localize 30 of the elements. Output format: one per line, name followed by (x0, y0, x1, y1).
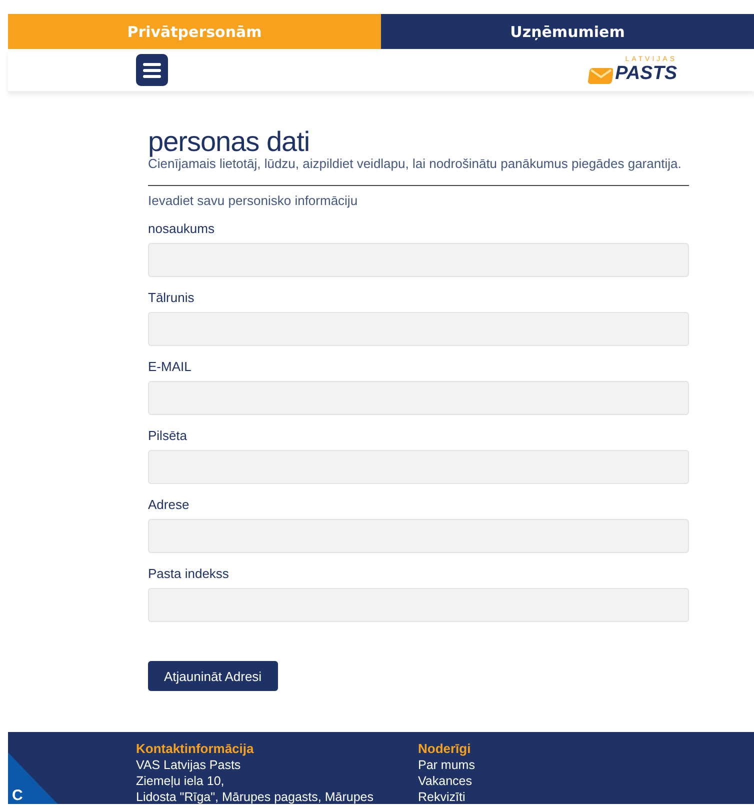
section-intro: Ievadiet savu personisko informāciju (148, 193, 359, 208)
footer-link[interactable]: VAS Latvijas Pasts (136, 757, 418, 774)
input-field[interactable] (148, 450, 689, 484)
footer-link[interactable]: Ziemeļu iela 10, (136, 773, 418, 790)
page-subtitle: Cienījamais lietotāj, lūdzu, aizpildiet veidlapu, lai nodrošinātu panākumus piegādes garantija. (148, 156, 682, 172)
corner-badge[interactable]: C (8, 752, 58, 804)
field-label: nosaukums (148, 221, 216, 236)
field-label: Adrese (148, 497, 190, 512)
input-field[interactable] (148, 381, 689, 416)
field-label: Pasta indekss (148, 566, 230, 582)
update-address-button[interactable]: Atjaunināt Adresi (148, 661, 278, 692)
footer-heading: Noderīgi (418, 741, 472, 758)
menu-icon (143, 62, 161, 78)
envelope-icon (587, 66, 614, 84)
footer-link[interactable]: Lidosta "Rīga", Mārupes pagasts, Mārupes (136, 789, 418, 804)
footer-heading: Kontaktinformācija (136, 741, 255, 758)
input-field[interactable] (148, 519, 689, 554)
input-field[interactable] (148, 312, 689, 346)
footer-link[interactable]: Vakances (418, 773, 475, 790)
input-field[interactable] (148, 243, 689, 278)
field-label: E-MAIL (148, 359, 192, 374)
nav-tab[interactable]: Uzņēmumiem (381, 14, 754, 49)
field-label: Pilsēta (148, 428, 188, 444)
field-label: Tālrunis (148, 290, 196, 306)
footer-link[interactable]: Rekvizīti (418, 789, 475, 804)
input-field[interactable] (148, 588, 689, 622)
menu-button[interactable] (136, 54, 168, 86)
page-title: personas dati (148, 127, 311, 156)
logo-text: PASTS (615, 62, 677, 84)
footer-link[interactable]: Par mums (418, 757, 475, 774)
